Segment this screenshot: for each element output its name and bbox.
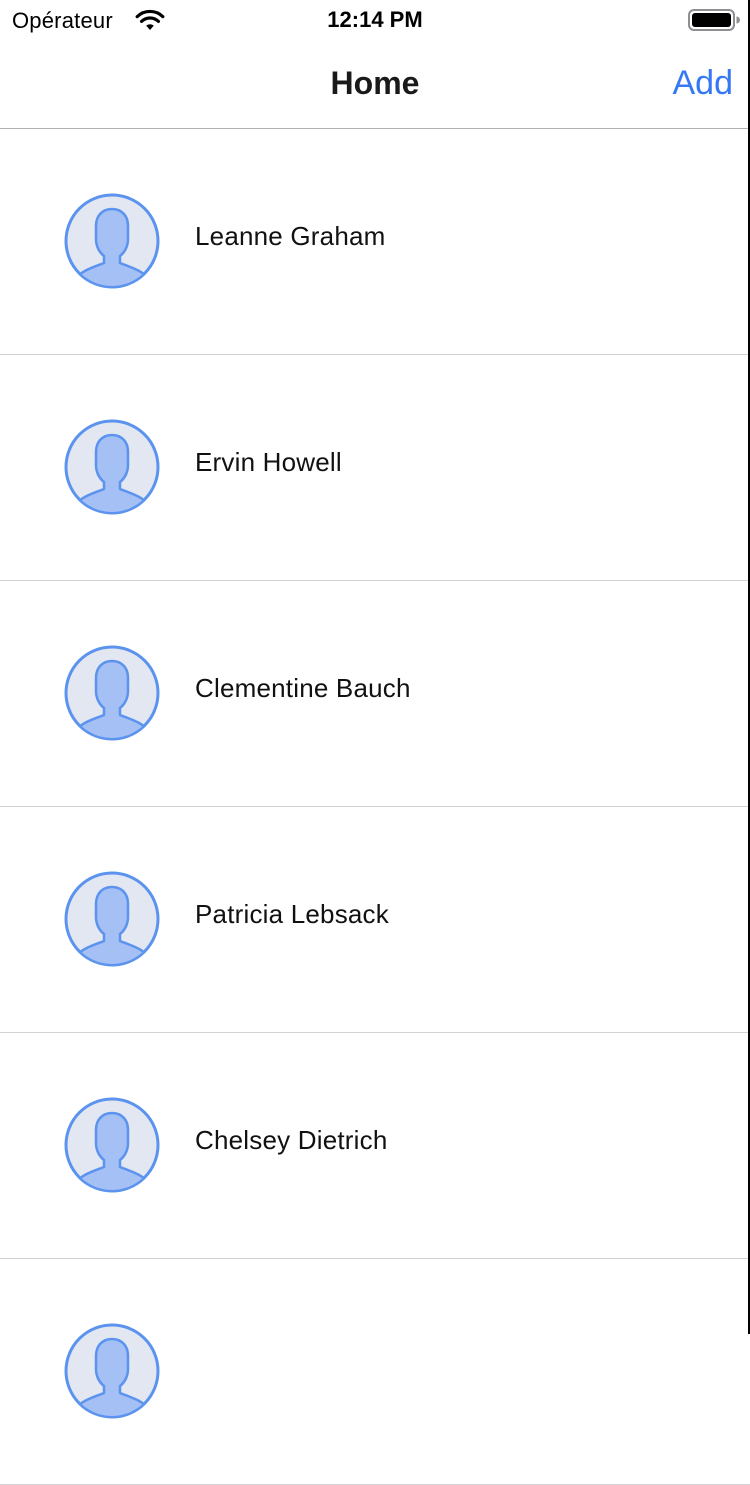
user-avatar-icon: [64, 1323, 160, 1419]
battery-icon: [688, 9, 740, 31]
user-avatar-icon: [64, 1097, 160, 1193]
contact-name: Ervin Howell: [195, 447, 342, 477]
list-item[interactable]: Patricia Lebsack: [0, 807, 750, 1033]
contact-list: Leanne Graham Ervin Howell Clementine Ba…: [0, 129, 750, 1485]
user-avatar-icon: [64, 645, 160, 741]
list-item[interactable]: Ervin Howell: [0, 355, 750, 581]
user-avatar-icon: [64, 871, 160, 967]
contact-name: Chelsey Dietrich: [195, 1125, 388, 1155]
list-item[interactable]: Clementine Bauch: [0, 581, 750, 807]
add-button[interactable]: Add: [673, 64, 734, 102]
navigation-bar: Home Add: [0, 40, 750, 129]
page-title: Home: [330, 65, 420, 101]
list-item[interactable]: Chelsey Dietrich: [0, 1033, 750, 1259]
list-item[interactable]: [0, 1259, 750, 1485]
status-time: 12:14 PM: [327, 7, 423, 32]
user-avatar-icon: [64, 193, 160, 289]
contact-name: Patricia Lebsack: [195, 899, 389, 929]
user-avatar-icon: [64, 419, 160, 515]
status-bar: Opérateur 12:14 PM: [0, 0, 750, 40]
list-item[interactable]: Leanne Graham: [0, 129, 750, 355]
contact-name: Leanne Graham: [195, 221, 386, 251]
contact-name: Clementine Bauch: [195, 673, 411, 703]
